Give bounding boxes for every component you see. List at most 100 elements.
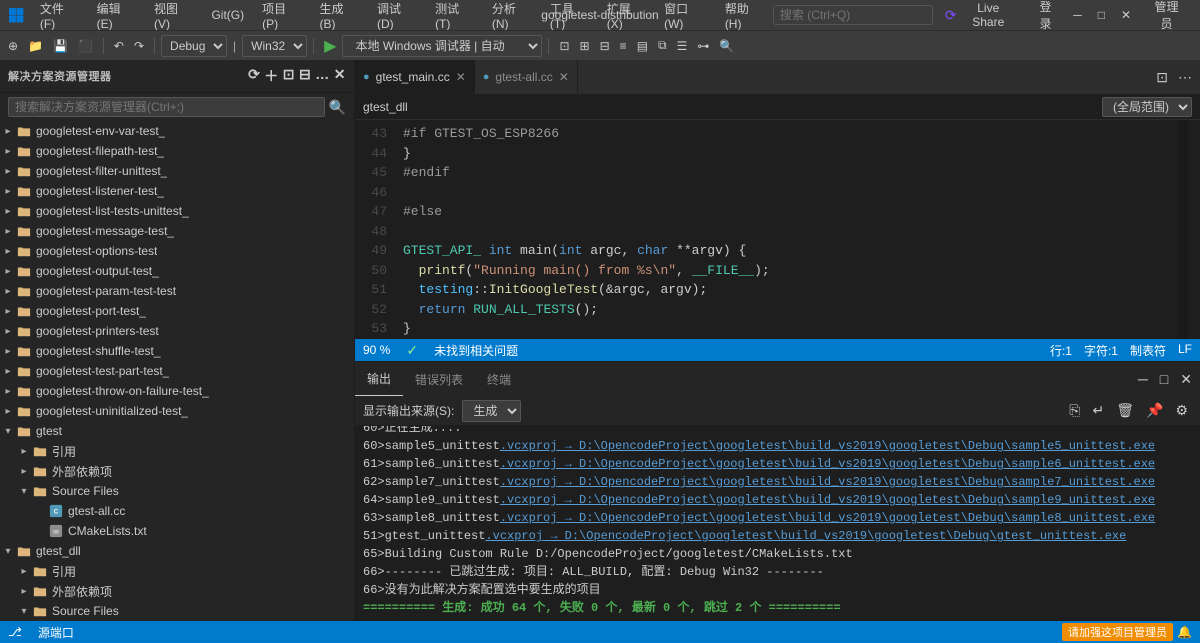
tree-item[interactable]: ▸googletest-output-test_ — [0, 261, 354, 281]
main-toolbar: ⊕ 📁 💾 ⬛ ↶ ↷ Debug | Win32 ▶ 本地 Windows 调… — [0, 30, 1200, 60]
more-icon[interactable]: … — [315, 66, 330, 86]
toolbar-btn7[interactable]: ☰ — [673, 36, 692, 56]
tree-file-icon — [16, 543, 32, 559]
tree-item[interactable]: ▸googletest-printers-test — [0, 321, 354, 341]
split-editor-button[interactable]: ⊡ — [1152, 67, 1172, 88]
tree-item[interactable]: ▸googletest-filter-unittest_ — [0, 161, 354, 181]
tree-item[interactable]: ▸googletest-options-test — [0, 241, 354, 261]
tree-item[interactable]: ▾gtest — [0, 421, 354, 441]
toolbar-redo[interactable]: ↷ — [130, 36, 148, 56]
output-clear-button[interactable]: 🗑 — [1112, 400, 1138, 421]
platform-select[interactable]: Win32 — [242, 35, 307, 57]
output-wrap-button[interactable]: ↵ — [1088, 400, 1108, 421]
panel-close-button[interactable]: ✕ — [1176, 369, 1196, 390]
tree-arrow: ▸ — [0, 226, 16, 237]
tree-arrow: ▸ — [0, 286, 16, 297]
tab-close-0[interactable]: ✕ — [456, 71, 466, 83]
tree-item[interactable]: ▸googletest-port-test_ — [0, 301, 354, 321]
global-search-input[interactable] — [773, 5, 933, 25]
tree-item-label: googletest-printers-test — [36, 324, 159, 338]
tab-gtest-all[interactable]: ● gtest-all.cc ✕ — [475, 60, 578, 94]
tab-more-button[interactable]: ⋯ — [1174, 67, 1196, 88]
tree-arrow: ▸ — [0, 186, 16, 197]
toolbar-open[interactable]: 📁 — [24, 36, 47, 56]
tree-item[interactable]: ▸googletest-env-var-test_ — [0, 121, 354, 141]
tree-item[interactable]: ▸googletest-shuffle-test_ — [0, 341, 354, 361]
maximize-button[interactable]: □ — [1092, 4, 1111, 26]
sidebar-search-input[interactable] — [8, 97, 325, 117]
output-settings-button[interactable]: ⚙ — [1171, 400, 1192, 421]
output-toolbar: 显示输出来源(S): 生成 ⎘ ↵ 🗑 📌 ⚙ — [355, 396, 1200, 426]
output-pin-button[interactable]: 📌 — [1142, 400, 1167, 421]
tree-item[interactable]: ▸googletest-test-part-test_ — [0, 361, 354, 381]
panel-tab-errors[interactable]: 错误列表 — [403, 362, 475, 396]
tree-item[interactable]: txtCMakeLists.txt — [0, 521, 354, 541]
scope-selector[interactable]: (全局范围) — [1102, 97, 1192, 117]
toolbar-btn2[interactable]: ⊞ — [576, 36, 594, 56]
output-line: 65>Building Custom Rule D:/OpencodeProje… — [363, 545, 1192, 563]
svg-text:C: C — [54, 509, 59, 516]
tree-item[interactable]: ▸googletest-list-tests-unittest_ — [0, 201, 354, 221]
panel-minimize-button[interactable]: ─ — [1134, 369, 1152, 389]
add-icon[interactable]: ＋ — [264, 66, 279, 86]
line-ending: LF — [1178, 342, 1192, 359]
toolbar-btn4[interactable]: ≡ — [616, 36, 631, 56]
editor-scrollbar[interactable] — [1188, 120, 1200, 339]
tree-arrow: ▸ — [0, 406, 16, 417]
panel-maximize-button[interactable]: □ — [1156, 369, 1172, 389]
breadcrumb-file[interactable]: gtest_dll — [363, 100, 408, 114]
code-content[interactable]: #if GTEST_OS_ESP8266}#endif#elseGTEST_AP… — [395, 120, 1178, 339]
tab-gtest-main[interactable]: ● gtest_main.cc ✕ — [355, 60, 475, 94]
tree-file-icon — [16, 363, 32, 379]
tree-item[interactable]: ▾gtest_dll — [0, 541, 354, 561]
close-sidebar-icon[interactable]: ✕ — [334, 66, 346, 86]
tree-item[interactable]: ▸googletest-message-test_ — [0, 221, 354, 241]
tree-item[interactable]: ▸外部依赖项 — [0, 461, 354, 481]
toolbar-undo[interactable]: ↶ — [110, 36, 128, 56]
bell-icon[interactable]: 🔔 — [1177, 625, 1192, 639]
tab-close-1[interactable]: ✕ — [559, 71, 569, 83]
tree-item[interactable]: ▸引用 — [0, 441, 354, 461]
tree-item[interactable]: ▸googletest-filepath-test_ — [0, 141, 354, 161]
toolbar-btn5[interactable]: ▤ — [633, 36, 652, 56]
tree-item[interactable]: ▸googletest-uninitialized-test_ — [0, 401, 354, 421]
toolbar-save-all[interactable]: ⬛ — [74, 36, 97, 56]
output-content[interactable]: 59>正在生成代码...64>Building Custom Rule D:/O… — [355, 426, 1200, 621]
target-selector[interactable]: 本地 Windows 调试器 | 自动 — [342, 35, 542, 57]
minimize-button[interactable]: ─ — [1067, 4, 1088, 26]
toolbar-new[interactable]: ⊕ — [4, 36, 22, 56]
toolbar-save[interactable]: 💾 — [49, 36, 72, 56]
code-line: } — [395, 319, 1178, 339]
menu-git[interactable]: Git(G) — [203, 4, 252, 26]
output-source-select[interactable]: 生成 — [462, 400, 521, 422]
notification-badge[interactable]: 请加强这项目管理员 — [1062, 623, 1173, 641]
sidebar-header-icons: ⟳ ＋ ⊡ ⊟ … ✕ — [248, 66, 346, 86]
tree-item[interactable]: ▾Source Files — [0, 481, 354, 501]
tree-item[interactable]: ▾Source Files — [0, 601, 354, 621]
tree-item-label: gtest_dll — [36, 544, 81, 558]
toolbar-btn9[interactable]: 🔍 — [715, 36, 738, 56]
run-button[interactable]: ▶ — [320, 34, 340, 58]
output-copy-button[interactable]: ⎘ — [1065, 400, 1084, 421]
sync-icon[interactable]: ⟳ — [248, 66, 260, 86]
tree-item[interactable]: ▸googletest-param-test-test — [0, 281, 354, 301]
tree-item[interactable]: ▸googletest-listener-test_ — [0, 181, 354, 201]
collapse-icon[interactable]: ⊟ — [299, 66, 311, 86]
debug-config-select[interactable]: Debug — [161, 35, 227, 57]
tree-item[interactable]: ▸googletest-throw-on-failure-test_ — [0, 381, 354, 401]
toolbar-btn1[interactable]: ⊡ — [555, 36, 573, 56]
panel-tab-output[interactable]: 输出 — [355, 362, 403, 396]
sidebar-search-icon[interactable]: 🔍 — [329, 99, 346, 116]
panel-tab-terminal[interactable]: 终端 — [475, 362, 523, 396]
tree-item[interactable]: Cgtest-all.cc — [0, 501, 354, 521]
toolbar-btn8[interactable]: ⊶ — [693, 36, 713, 56]
close-button[interactable]: ✕ — [1115, 4, 1137, 26]
toolbar-btn3[interactable]: ⊟ — [596, 36, 614, 56]
toolbar-btn6[interactable]: ⧉ — [654, 35, 671, 56]
editor-status-right: 行:1 字符:1 制表符 LF — [1050, 342, 1192, 359]
tree-file-icon — [32, 463, 48, 479]
tree-item[interactable]: ▸引用 — [0, 561, 354, 581]
live-share-button[interactable]: ⟳ Live Share — [937, 0, 1024, 32]
tree-item[interactable]: ▸外部依赖项 — [0, 581, 354, 601]
filter-icon[interactable]: ⊡ — [283, 66, 295, 86]
